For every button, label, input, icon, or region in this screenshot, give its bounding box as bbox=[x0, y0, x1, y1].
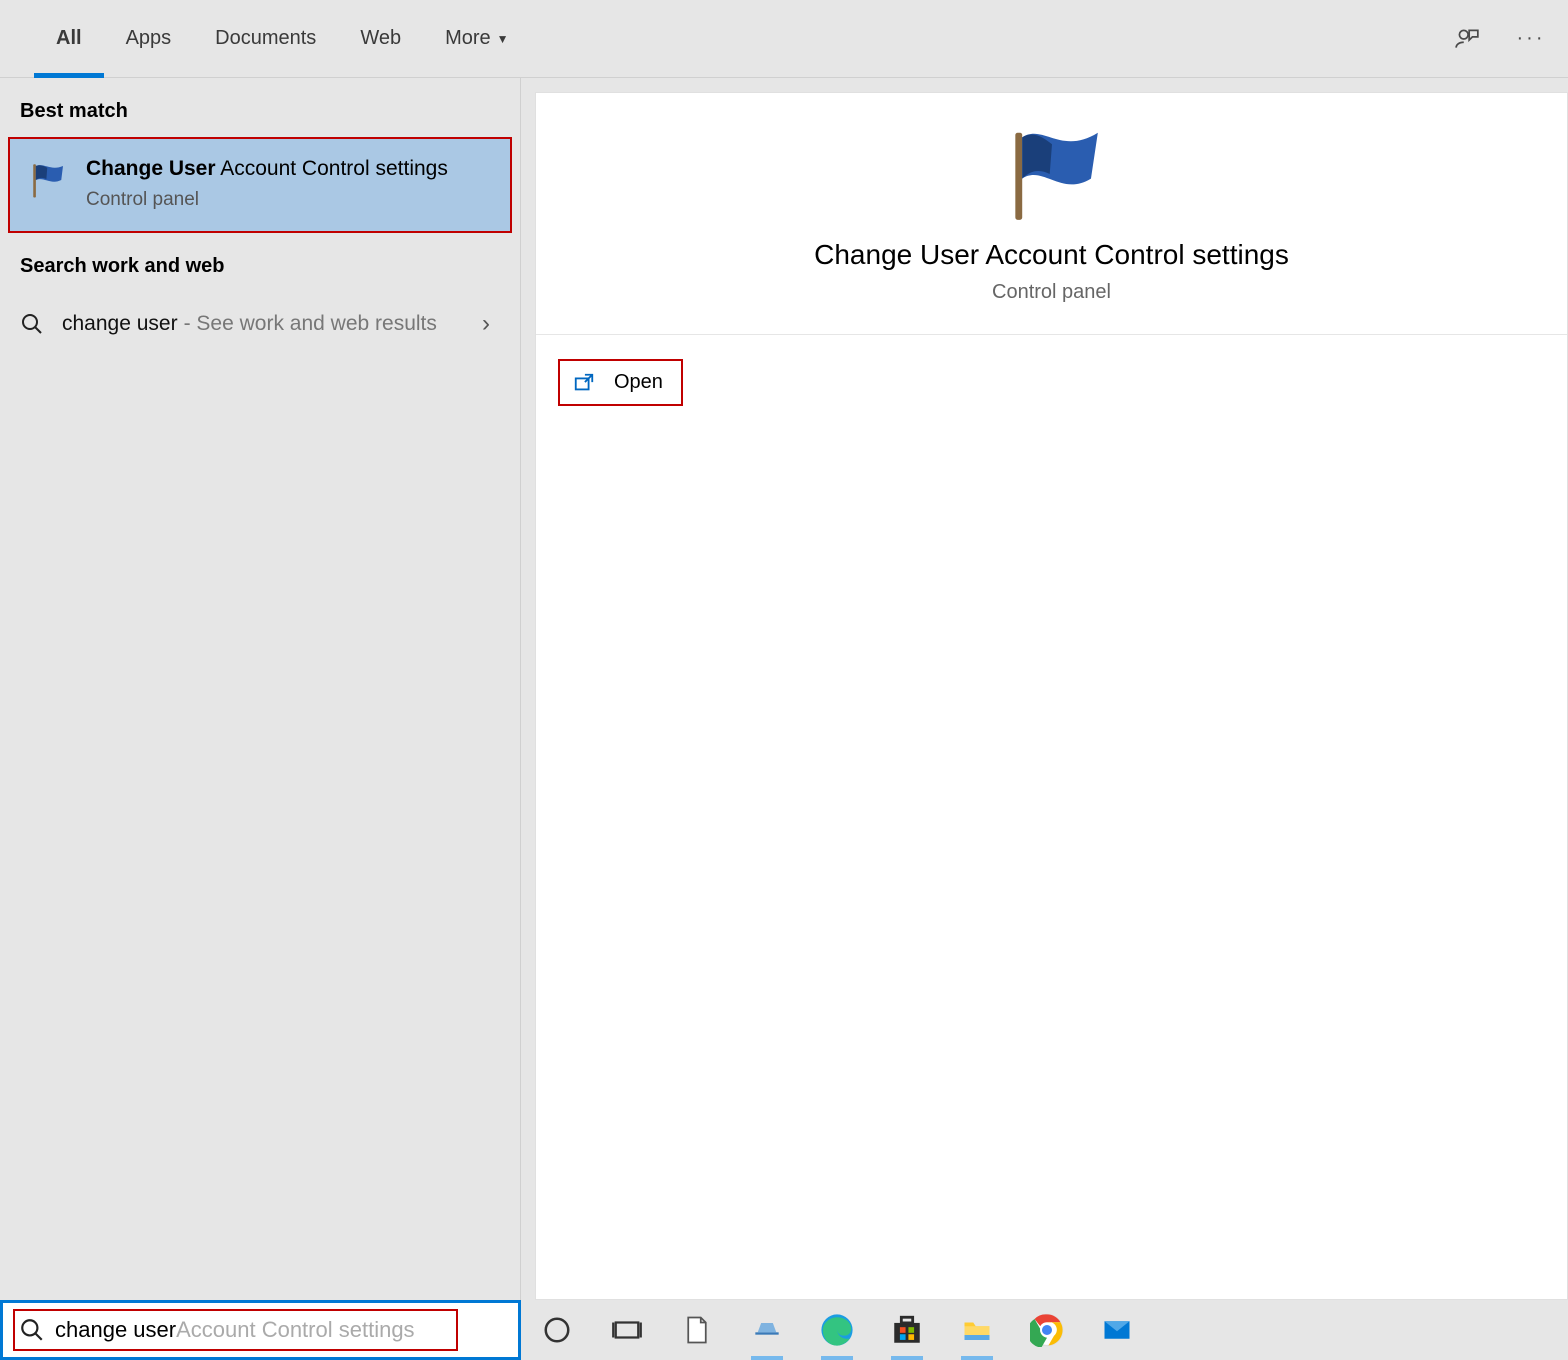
feedback-icon[interactable] bbox=[1454, 26, 1480, 52]
file-explorer-icon[interactable] bbox=[957, 1310, 997, 1350]
cortana-icon[interactable] bbox=[537, 1310, 577, 1350]
search-autocomplete-text: Account Control settings bbox=[176, 1317, 414, 1343]
tab-web[interactable]: Web bbox=[338, 0, 423, 78]
chevron-right-icon: › bbox=[482, 310, 500, 338]
search-web-header: Search work and web bbox=[0, 233, 520, 292]
search-web-hint: - See work and web results bbox=[184, 312, 437, 336]
open-button[interactable]: Open bbox=[558, 359, 683, 406]
task-view-icon[interactable] bbox=[607, 1310, 647, 1350]
edge-browser-icon[interactable] bbox=[817, 1310, 857, 1350]
taskbar bbox=[521, 1300, 1568, 1360]
best-match-subtitle: Control panel bbox=[86, 189, 448, 211]
chrome-browser-icon[interactable] bbox=[1027, 1310, 1067, 1350]
open-external-icon bbox=[572, 372, 596, 394]
control-panel-flag-icon bbox=[28, 159, 70, 201]
search-web-result[interactable]: change user - See work and web results › bbox=[0, 292, 520, 356]
search-typed-text: change user bbox=[55, 1317, 176, 1343]
more-options-icon[interactable]: ··· bbox=[1518, 26, 1544, 52]
search-filter-tabs: All Apps Documents Web More ▼ ··· bbox=[0, 0, 1568, 78]
libreoffice-icon[interactable] bbox=[677, 1310, 717, 1350]
tab-more[interactable]: More ▼ bbox=[423, 0, 530, 78]
your-phone-icon[interactable] bbox=[747, 1310, 787, 1350]
detail-subtitle: Control panel bbox=[566, 281, 1537, 304]
search-icon bbox=[20, 312, 44, 336]
results-pane: Best match Change User Account Control s… bbox=[0, 78, 521, 1300]
search-icon bbox=[19, 1317, 45, 1343]
best-match-result[interactable]: Change User Account Control settings Con… bbox=[8, 137, 512, 233]
tab-documents[interactable]: Documents bbox=[193, 0, 338, 78]
open-label: Open bbox=[614, 371, 663, 394]
best-match-header: Best match bbox=[0, 78, 520, 137]
microsoft-store-icon[interactable] bbox=[887, 1310, 927, 1350]
search-web-query: change user bbox=[62, 312, 178, 336]
mail-icon[interactable] bbox=[1097, 1310, 1137, 1350]
best-match-title: Change User Account Control settings bbox=[86, 155, 448, 183]
control-panel-flag-icon-large bbox=[997, 119, 1107, 229]
chevron-down-icon: ▼ bbox=[497, 32, 509, 46]
detail-title: Change User Account Control settings bbox=[566, 239, 1537, 271]
tab-apps[interactable]: Apps bbox=[104, 0, 194, 78]
search-input[interactable]: change user Account Control settings bbox=[0, 1300, 521, 1360]
tab-more-label: More bbox=[445, 27, 491, 50]
tab-all[interactable]: All bbox=[34, 0, 104, 78]
detail-pane: Change User Account Control settings Con… bbox=[521, 78, 1568, 1300]
